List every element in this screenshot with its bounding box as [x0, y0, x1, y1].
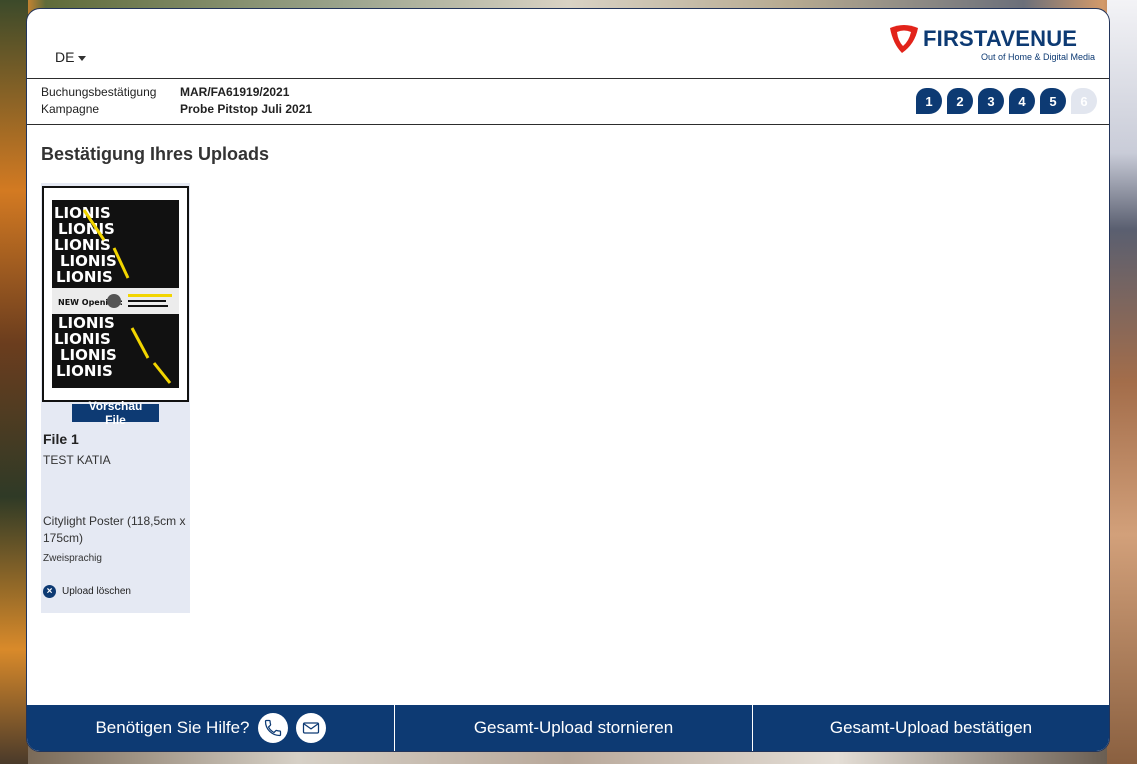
- poster-preview: LIONIS LIONIS LIONIS LIONIS LIONIS LIONI…: [44, 188, 187, 400]
- upload-window: DE FIRSTAVENUE Out of Home & Digital Med…: [26, 8, 1110, 752]
- step-4[interactable]: 4: [1009, 88, 1035, 114]
- cancel-upload-button[interactable]: Gesamt-Upload stornieren: [395, 705, 753, 751]
- file-language: Zweisprachig: [43, 553, 102, 564]
- header: DE FIRSTAVENUE Out of Home & Digital Med…: [27, 9, 1109, 79]
- booking-info-bar: Buchungsbestätigung MAR/FA61919/2021 Kam…: [27, 79, 1109, 125]
- booking-confirmation-label: Buchungsbestätigung: [41, 85, 157, 99]
- poster-line: LIONIS: [56, 268, 113, 286]
- chevron-down-icon: [78, 55, 87, 61]
- confirm-upload-button[interactable]: Gesamt-Upload bestätigen: [753, 705, 1109, 751]
- step-progress: 1 2 3 4 5 6: [916, 88, 1097, 114]
- booking-confirmation-value: MAR/FA61919/2021: [180, 85, 290, 99]
- step-1[interactable]: 1: [916, 88, 942, 114]
- footer-bar: Benötigen Sie Hilfe? Gesamt-Upload storn…: [27, 705, 1109, 751]
- main-content: Bestätigung Ihres Uploads LIONIS LIONIS …: [27, 125, 1109, 705]
- step-2[interactable]: 2: [947, 88, 973, 114]
- background-photo-right: [1107, 0, 1137, 764]
- phone-icon: [264, 719, 281, 737]
- help-section: Benötigen Sie Hilfe?: [27, 705, 395, 751]
- step-6: 6: [1071, 88, 1097, 114]
- firstavenue-logo: FIRSTAVENUE Out of Home & Digital Media: [887, 22, 1097, 66]
- logo-mark-icon: [890, 25, 918, 53]
- logo-subtitle: Out of Home & Digital Media: [980, 52, 1095, 62]
- help-label: Benötigen Sie Hilfe?: [95, 718, 250, 737]
- delete-upload-button[interactable]: × Upload löschen: [43, 585, 131, 598]
- campaign-value: Probe Pitstop Juli 2021: [180, 102, 313, 116]
- language-selector[interactable]: DE: [55, 49, 87, 65]
- file-description: TEST KATIA: [43, 453, 111, 467]
- preview-file-button[interactable]: Vorschau File: [72, 399, 159, 427]
- logo-text: FIRSTAVENUE: [923, 26, 1078, 51]
- file-thumbnail[interactable]: LIONIS LIONIS LIONIS LIONIS LIONIS LIONI…: [42, 186, 189, 402]
- file-format: Citylight Poster (118,5cm x 175cm): [43, 514, 186, 545]
- mail-icon: [302, 722, 319, 734]
- delete-upload-label: Upload löschen: [62, 586, 131, 597]
- step-5[interactable]: 5: [1040, 88, 1066, 114]
- file-card: LIONIS LIONIS LIONIS LIONIS LIONIS LIONI…: [41, 183, 190, 613]
- step-3[interactable]: 3: [978, 88, 1004, 114]
- campaign-label: Kampagne: [41, 102, 100, 116]
- poster-line: LIONIS: [56, 362, 113, 380]
- page-title: Bestätigung Ihres Uploads: [41, 144, 270, 164]
- phone-button[interactable]: [257, 713, 288, 743]
- file-name: File 1: [43, 431, 79, 447]
- background-photo-left: [0, 0, 28, 764]
- language-label: DE: [55, 49, 75, 65]
- mail-button[interactable]: [295, 713, 326, 743]
- close-circle-icon: ×: [43, 585, 56, 598]
